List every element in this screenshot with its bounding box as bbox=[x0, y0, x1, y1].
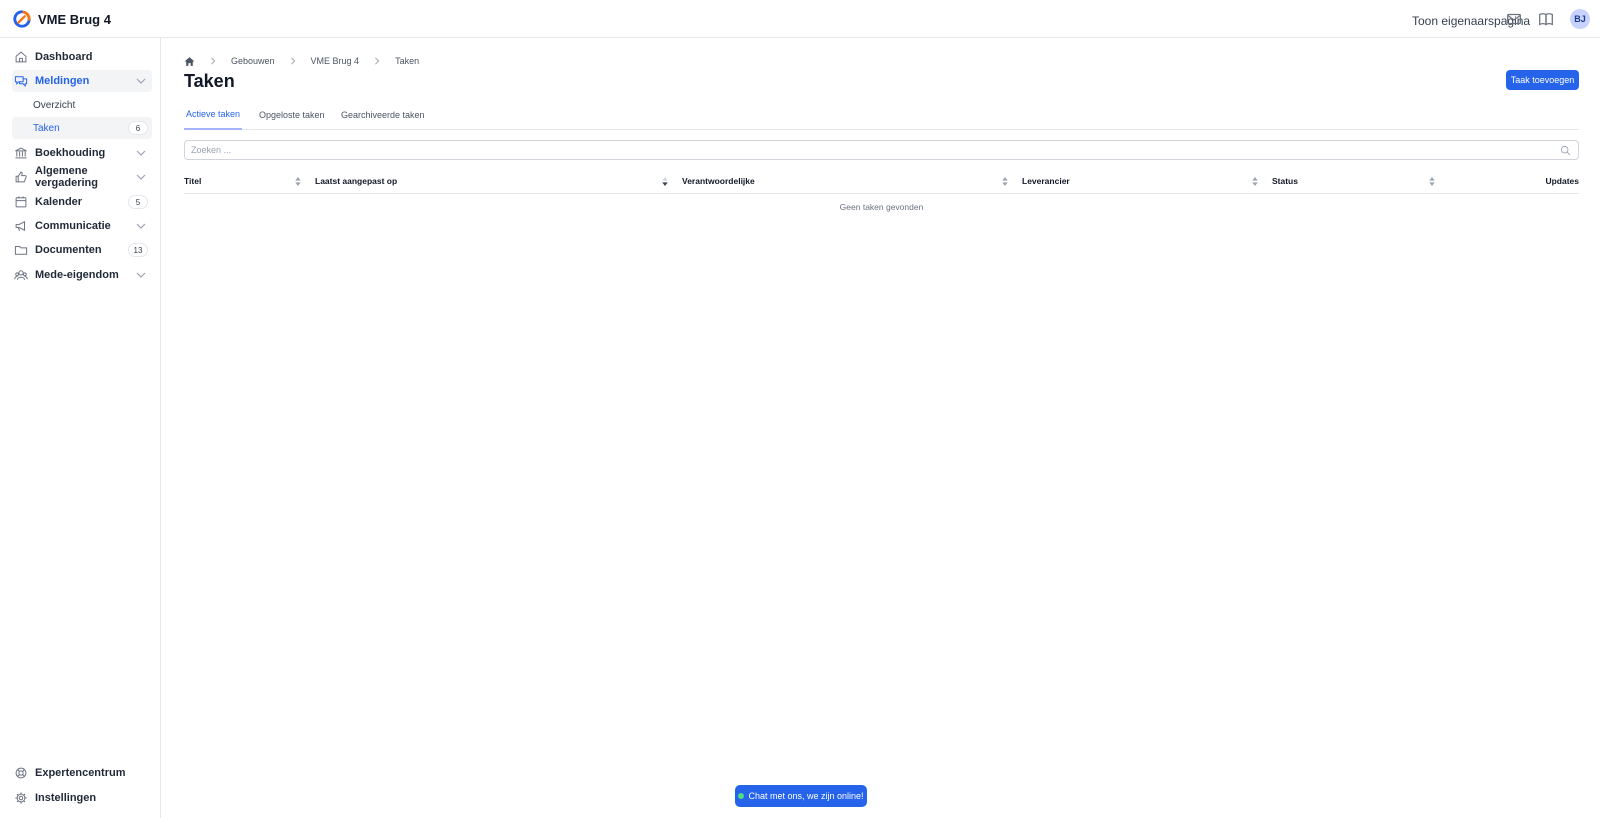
tab-gearchiveerde-taken[interactable]: Gearchiveerde taken bbox=[339, 100, 427, 130]
sidebar-item-documenten[interactable]: Documenten 13 bbox=[12, 239, 152, 261]
sidebar-item-label: Meldingen bbox=[35, 75, 90, 87]
brand-name[interactable]: VME Brug 4 bbox=[38, 12, 111, 27]
sidebar-item-label: Documenten bbox=[35, 244, 102, 256]
bank-icon bbox=[15, 147, 27, 159]
chat-button[interactable]: Chat met ons, we zijn online! bbox=[735, 785, 867, 807]
sort-icon[interactable] bbox=[1252, 177, 1258, 186]
breadcrumb: Gebouwen VME Brug 4 Taken bbox=[184, 54, 419, 68]
tab-actieve-taken[interactable]: Actieve taken bbox=[184, 100, 243, 130]
column-header-updates: Updates bbox=[1545, 176, 1579, 186]
sidebar-item-label: Kalender bbox=[35, 196, 83, 208]
chat-label: Chat met ons, we zijn online! bbox=[748, 791, 864, 801]
tab-opgeloste-taken[interactable]: Opgeloste taken bbox=[257, 100, 327, 130]
count-badge: 6 bbox=[128, 121, 148, 135]
breadcrumb-item[interactable]: VME Brug 4 bbox=[311, 56, 360, 66]
sort-descending-icon[interactable] bbox=[662, 177, 668, 186]
online-status-dot bbox=[738, 793, 745, 799]
sidebar-subitem-label: Taken bbox=[33, 122, 60, 134]
sidebar-item-label: Mede-eigendom bbox=[35, 269, 119, 281]
sort-icon[interactable] bbox=[1002, 177, 1008, 186]
page-title: Taken bbox=[184, 71, 235, 91]
column-header-leverancier[interactable]: Leverancier bbox=[1022, 168, 1070, 194]
sidebar-subitem-overzicht[interactable]: Overzicht bbox=[12, 94, 152, 116]
sidebar-item-label: Expertencentrum bbox=[35, 767, 126, 779]
folder-icon bbox=[14, 246, 28, 255]
sidebar-item-meldingen[interactable]: Meldingen bbox=[12, 70, 152, 92]
sort-icon[interactable] bbox=[295, 177, 301, 186]
sidebar-item-communicatie[interactable]: Communicatie bbox=[12, 215, 152, 237]
mail-icon[interactable] bbox=[1505, 10, 1523, 28]
lifebuoy-icon bbox=[15, 767, 27, 779]
users-icon bbox=[14, 270, 28, 281]
sidebar-item-dashboard[interactable]: Dashboard bbox=[12, 46, 152, 68]
megaphone-icon bbox=[15, 221, 25, 232]
home-icon bbox=[15, 51, 27, 63]
sort-icon[interactable] bbox=[1429, 177, 1435, 186]
sidebar-item-expertencentrum[interactable]: Expertencentrum bbox=[12, 762, 152, 784]
breadcrumb-item[interactable]: Taken bbox=[395, 56, 419, 66]
sidebar-item-algemene-vergadering[interactable]: Algemene vergadering bbox=[12, 165, 152, 189]
count-badge: 5 bbox=[128, 195, 148, 209]
sidebar-subitem-taken[interactable]: Taken 6 bbox=[12, 117, 152, 139]
column-header-laatst-aangepast[interactable]: Laatst aangepast op bbox=[315, 168, 397, 194]
sidebar-item-label: Dashboard bbox=[35, 51, 93, 63]
column-header-titel[interactable]: Titel bbox=[184, 168, 201, 194]
chevron-right-icon bbox=[211, 57, 216, 65]
chevron-right-icon bbox=[290, 57, 295, 65]
column-header-verantwoordelijke[interactable]: Verantwoordelijke bbox=[682, 168, 755, 194]
count-badge: 13 bbox=[128, 243, 148, 257]
sidebar-item-kalender[interactable]: Kalender 5 bbox=[12, 191, 152, 213]
app-logo-icon[interactable] bbox=[13, 10, 31, 28]
chevron-down-icon[interactable] bbox=[136, 172, 146, 182]
calendar-icon bbox=[15, 196, 27, 208]
chevron-down-icon[interactable] bbox=[136, 221, 146, 231]
home-icon[interactable] bbox=[184, 56, 195, 67]
sidebar-item-instellingen[interactable]: Instellingen bbox=[12, 787, 152, 809]
empty-state: Geen taken gevonden bbox=[839, 202, 924, 212]
chevron-down-icon[interactable] bbox=[136, 270, 146, 280]
main-content: Gebouwen VME Brug 4 Taken Taken Taak toe… bbox=[161, 38, 1600, 818]
book-icon[interactable] bbox=[1537, 10, 1555, 28]
search-input[interactable] bbox=[191, 143, 1531, 157]
search-box bbox=[184, 140, 1579, 160]
top-bar: VME Brug 4 Toon eigenaarspagina BJ bbox=[0, 0, 1600, 38]
sidebar-subitem-label: Overzicht bbox=[33, 99, 76, 111]
chat-icon bbox=[14, 76, 28, 88]
chevron-down-icon[interactable] bbox=[136, 148, 146, 158]
gear-icon bbox=[15, 792, 27, 804]
table-header: Titel Laatst aangepast op Verantwoordeli… bbox=[184, 168, 1579, 194]
tab-bar: Actieve taken Opgeloste taken Gearchivee… bbox=[184, 100, 1579, 130]
sidebar-item-label: Communicatie bbox=[35, 220, 111, 232]
sidebar-item-label: Boekhouding bbox=[35, 147, 106, 159]
add-task-button[interactable]: Taak toevoegen bbox=[1506, 70, 1579, 90]
sidebar-item-mede-eigendom[interactable]: Mede-eigendom bbox=[12, 264, 152, 286]
chevron-right-icon bbox=[375, 57, 380, 65]
sidebar-item-label: Algemene vergadering bbox=[35, 165, 98, 189]
avatar[interactable]: BJ bbox=[1570, 9, 1590, 29]
breadcrumb-item[interactable]: Gebouwen bbox=[231, 56, 275, 66]
sidebar-item-boekhouding[interactable]: Boekhouding bbox=[12, 142, 152, 164]
sidebar-item-label: Instellingen bbox=[35, 792, 97, 804]
thumbs-up-icon bbox=[15, 171, 27, 183]
column-header-status[interactable]: Status bbox=[1272, 168, 1298, 194]
chevron-down-icon[interactable] bbox=[136, 76, 146, 86]
sidebar: Dashboard Meldingen Overzicht Taken 6 Bo… bbox=[0, 38, 161, 818]
search-icon[interactable] bbox=[1560, 145, 1571, 156]
